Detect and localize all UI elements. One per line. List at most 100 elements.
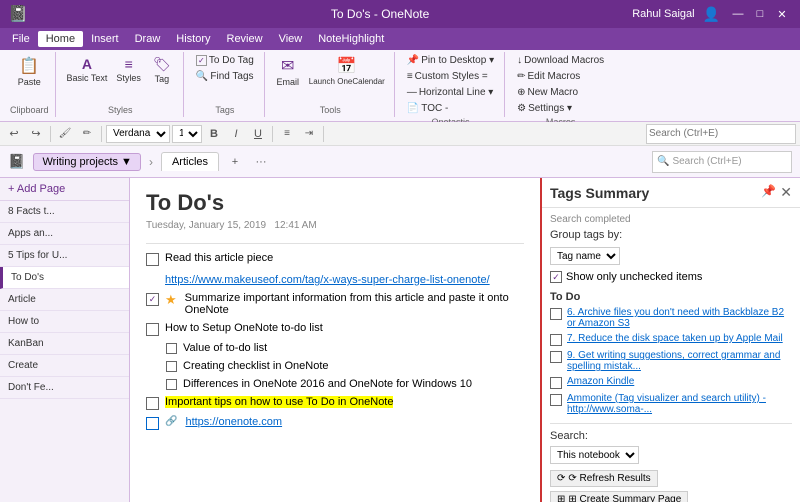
formatting-toolbar: ↩ ↪ 🖌 ✏ Verdana 12 B I U ≡ ⇥ (0, 122, 800, 146)
search-input[interactable] (646, 124, 796, 144)
more-sections-button[interactable]: ··· (251, 152, 271, 172)
tag-item-checkbox-5[interactable] (550, 394, 562, 406)
menu-review[interactable]: Review (219, 31, 271, 47)
custom-styles-button[interactable]: ≡ Custom Styles = (403, 70, 492, 83)
email-button[interactable]: ✉ Email (273, 54, 303, 89)
font-size-select[interactable]: 12 (172, 125, 202, 143)
todo-checkbox-5[interactable] (146, 417, 159, 430)
menu-draw[interactable]: Draw (127, 31, 169, 47)
add-page-button[interactable]: + Add Page (0, 178, 129, 201)
tags-search-section: Search: This notebook ⟳ ⟳ Refresh Result… (550, 423, 792, 502)
tags-panel-title: Tags Summary (550, 185, 649, 201)
refresh-results-button[interactable]: ⟳ ⟳ Refresh Results (550, 470, 658, 487)
todo-checkbox-4[interactable] (146, 397, 159, 410)
page-item-create[interactable]: Create (0, 355, 129, 377)
menu-notehighlight[interactable]: NoteHighlight (310, 31, 392, 47)
todo-text-4-highlighted: Important tips on how to use To Do in On… (165, 396, 393, 408)
tag-icon: 🏷 (153, 56, 171, 73)
align-left-button[interactable]: ≡ (277, 124, 297, 144)
create-summary-button[interactable]: ⊞ ⊞ Create Summary Page (550, 491, 688, 502)
notebook-label: Writing projects (42, 156, 118, 168)
maximize-button[interactable]: □ (750, 5, 770, 23)
menu-insert[interactable]: Insert (83, 31, 127, 47)
todo-checkbox-3[interactable] (146, 323, 159, 336)
tags-scope-select[interactable]: This notebook (550, 446, 639, 464)
group-by-select[interactable]: Tag name (550, 247, 620, 265)
eraser-button[interactable]: ✏ (77, 124, 97, 144)
close-tags-panel-button[interactable]: ✕ (780, 184, 792, 201)
note-divider (146, 243, 524, 244)
calendar-icon: 📅 (337, 56, 357, 76)
download-macros-button[interactable]: ↓ Download Macros (513, 54, 608, 67)
styles-button[interactable]: ≡ Styles (113, 54, 144, 85)
todo-sub-checkbox-1[interactable] (166, 343, 177, 354)
find-tags-button[interactable]: 🔍 Find Tags (192, 70, 258, 83)
menu-history[interactable]: History (168, 31, 218, 47)
format-painter-button[interactable]: 🖌 (55, 124, 75, 144)
todo-checkbox-1[interactable] (146, 253, 159, 266)
add-section-button[interactable]: + (225, 152, 245, 172)
menu-file[interactable]: File (4, 31, 38, 47)
page-item-dontfe[interactable]: Don't Fe... (0, 377, 129, 399)
tag-item-1: 6. Archive files you don't need with Bac… (550, 307, 792, 329)
font-name-select[interactable]: Verdana (106, 125, 170, 143)
todo-tag-button[interactable]: ✓ To Do Tag (192, 54, 258, 67)
underline-button[interactable]: U (248, 124, 268, 144)
page-list: + Add Page 8 Facts t... Apps an... 5 Tip… (0, 178, 130, 502)
todo-checkbox-2[interactable]: ✓ (146, 293, 159, 306)
page-item-kanban[interactable]: KanBan (0, 333, 129, 355)
settings-icon: ⚙ (517, 103, 526, 114)
bold-button[interactable]: B (204, 124, 224, 144)
edit-macros-button[interactable]: ✏ Edit Macros (513, 70, 584, 83)
pin-panel-icon[interactable]: 📌 (761, 184, 776, 201)
show-unchecked-checkbox[interactable]: ✓ (550, 271, 562, 283)
window-controls: — □ ✕ (728, 5, 792, 23)
page-item-todos[interactable]: To Do's (0, 267, 129, 289)
pin-to-desktop-button[interactable]: 📌 Pin to Desktop ▾ (403, 54, 498, 67)
tag-item-checkbox-4[interactable] (550, 377, 562, 389)
notebook-bar: 📓 Writing projects ▼ › Articles + ··· 🔍 … (0, 146, 800, 178)
page-item-8facts[interactable]: 8 Facts t... (0, 201, 129, 223)
search-placeholder: Search (Ctrl+E) (672, 156, 741, 167)
undo-button[interactable]: ↩ (4, 124, 24, 144)
group-by-label: Group tags by: (550, 229, 622, 241)
section-tab-articles[interactable]: Articles (161, 152, 219, 171)
menu-home[interactable]: Home (38, 31, 83, 47)
onenote-link[interactable]: https://onenote.com (185, 416, 282, 428)
notebook-button[interactable]: Writing projects ▼ (33, 153, 141, 171)
horizontal-line-button[interactable]: — Horizontal Line ▾ (403, 86, 498, 99)
search-box[interactable]: 🔍 Search (Ctrl+E) (652, 151, 792, 173)
tag-item-link-1[interactable]: 6. Archive files you don't need with Bac… (567, 307, 792, 329)
launch-onecalendar-button[interactable]: 📅 Launch OneCalendar (306, 54, 388, 88)
todo-sub-checkbox-2[interactable] (166, 361, 177, 372)
page-item-apps[interactable]: Apps an... (0, 223, 129, 245)
todo-sub-checkbox-3[interactable] (166, 379, 177, 390)
breadcrumb-separator: › (149, 155, 153, 169)
tag-item-link-5[interactable]: Ammonite (Tag visualizer and search util… (567, 393, 792, 415)
styles-icon: ≡ (125, 56, 133, 72)
todo-checkbox-icon: ✓ (196, 55, 207, 66)
tag-item-checkbox-1[interactable] (550, 308, 562, 320)
basic-text-button[interactable]: A Basic Text (64, 54, 111, 85)
paste-button[interactable]: 📋 Paste (14, 54, 44, 89)
tag-item-checkbox-2[interactable] (550, 334, 562, 346)
tag-item-link-2[interactable]: 7. Reduce the disk space taken up by App… (567, 333, 783, 344)
indent-button[interactable]: ⇥ (299, 124, 319, 144)
redo-button[interactable]: ↪ (26, 124, 46, 144)
settings-button[interactable]: ⚙ Settings ▾ (513, 102, 576, 115)
article-link-text[interactable]: https://www.makeuseof.com/tag/x-ways-sup… (165, 274, 490, 286)
tag-item-link-4[interactable]: Amazon Kindle (567, 376, 634, 387)
todo-sub-text-2: Creating checklist in OneNote (183, 360, 329, 372)
new-macro-button[interactable]: ⊕ New Macro (513, 86, 582, 99)
italic-button[interactable]: I (226, 124, 246, 144)
toc-button[interactable]: 📄 TOC - (403, 102, 453, 115)
tag-button[interactable]: 🏷 Tag (147, 54, 177, 86)
close-button[interactable]: ✕ (772, 5, 792, 23)
page-item-5tips[interactable]: 5 Tips for U... (0, 245, 129, 267)
tag-item-link-3[interactable]: 9. Get writing suggestions, correct gram… (567, 350, 792, 372)
page-item-howto[interactable]: How to (0, 311, 129, 333)
page-item-article[interactable]: Article (0, 289, 129, 311)
minimize-button[interactable]: — (728, 5, 748, 23)
tag-item-checkbox-3[interactable] (550, 351, 562, 363)
menu-view[interactable]: View (271, 31, 311, 47)
